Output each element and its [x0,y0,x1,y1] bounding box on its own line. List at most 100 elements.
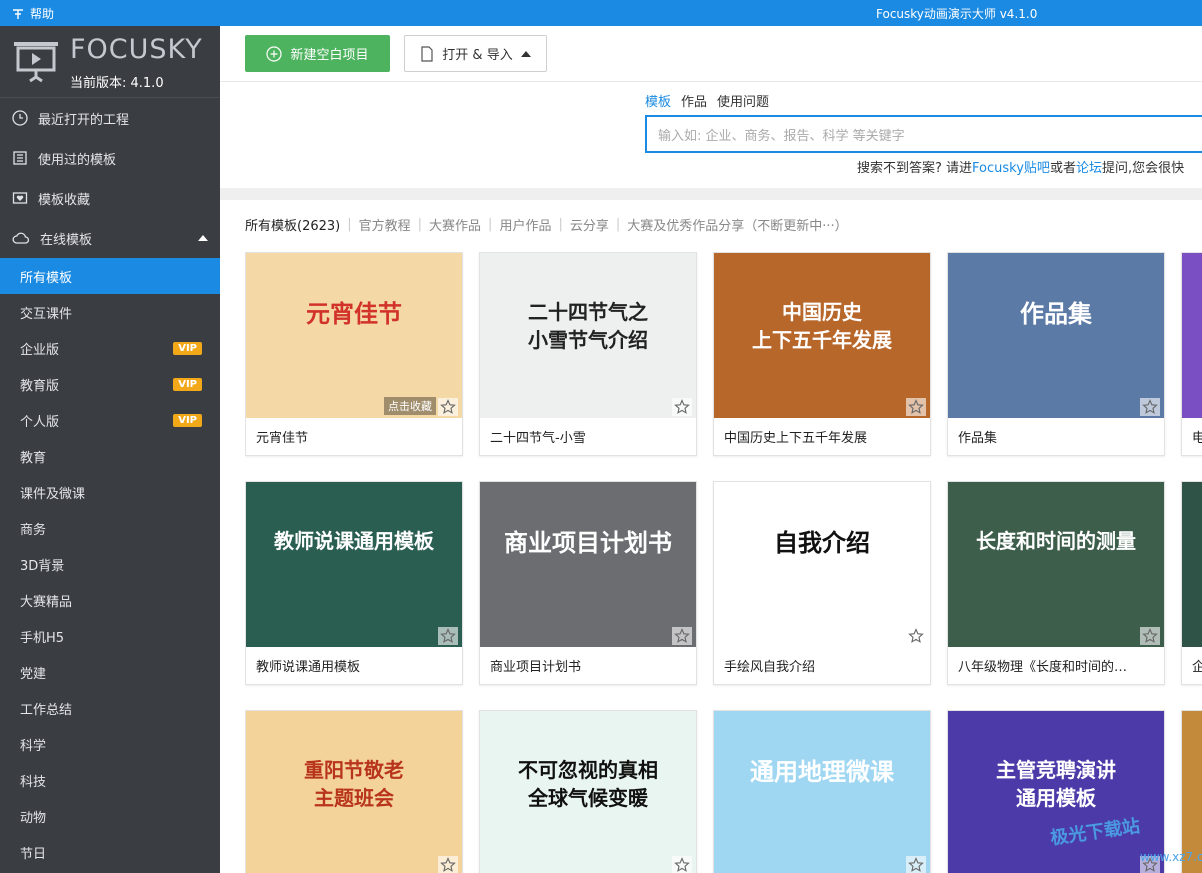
help-menu[interactable]: 帮助 [12,5,54,22]
hint-text: 搜索不到答案? 请进 [857,161,973,176]
favorite-hint[interactable]: 点击收藏 [384,397,436,415]
thumbnail-title: 电 数 [1182,293,1202,360]
template-label: 商业项目计划书 [490,660,582,675]
focusky-forum-link[interactable]: Focusky贴吧 [972,161,1050,176]
sidebar-category-item[interactable]: 科技 [0,762,220,798]
sidebar-category-item[interactable]: 所有模板 [0,258,220,294]
template-card[interactable]: 中国历史 上下五千年发展中国历史上下五千年发展 [713,252,931,456]
template-card[interactable]: 通用地理微课 [713,710,931,873]
sidebar-category-item[interactable]: 节日 [0,834,220,870]
new-button-label: 新建空白项目 [290,48,369,63]
thumbnail-title: 商业项目计划书 [504,529,672,557]
template-thumbnail[interactable]: 二十四节气之 小雪节气介绍 [480,253,696,418]
template-thumbnail[interactable]: 通用地理微课 [714,711,930,873]
template-thumbnail[interactable]: 重阳节敬老 主题班会 [246,711,462,873]
thumbnail-title: 自我介绍 [774,529,870,557]
template-label: 电 [1192,431,1202,446]
nav-template-favorites[interactable]: 模板收藏 [0,178,220,218]
star-icon[interactable] [1140,398,1160,416]
star-icon[interactable] [906,398,926,416]
template-card[interactable]: 不可忽视的真相 全球气候变暖 [479,710,697,873]
template-card[interactable]: 企 [1181,481,1202,685]
template-thumbnail[interactable]: 商业项目计划书 [480,482,696,647]
template-card[interactable]: 长度和时间的测量 八年级物理《长度和时间的… [947,481,1165,685]
star-icon[interactable] [672,856,692,873]
sidebar-category-item[interactable]: 党建 [0,654,220,690]
category-label: 工作总结 [20,702,73,718]
open-import-button[interactable]: 打开 & 导入 [404,35,547,72]
sidebar-category-item[interactable]: 教育 [0,438,220,474]
template-card[interactable]: 电 数电 [1181,252,1202,456]
title-bar: 帮助 Focusky动画演示大师 v4.1.0 [0,0,1202,26]
search-input[interactable]: 输入如: 企业、商务、报告、科学 等关键字 [645,115,1202,153]
nav-used-templates[interactable]: 使用过的模板 [0,138,220,178]
template-card[interactable]: 商业项目计划书 商业项目计划书 [479,481,697,685]
filter-tab[interactable]: 大赛及优秀作品分享（不断更新中···） [627,215,847,234]
template-card[interactable]: 元宵佳节点击收藏 元宵佳节 [245,252,463,456]
template-card[interactable]: 重阳节敬老 主题班会 [245,710,463,873]
template-thumbnail[interactable]: 中国历史 上下五千年发展 [714,253,930,418]
toolbar: 新建空白项目 打开 & 导入 [220,26,1202,82]
sidebar-category-item[interactable]: 工作总结 [0,690,220,726]
star-icon[interactable] [438,856,458,873]
sidebar-category-item[interactable]: 动物 [0,798,220,834]
sidebar-category-item[interactable]: 交互课件 [0,294,220,330]
template-card[interactable]: 作品集 作品集 [947,252,1165,456]
sidebar-category-item[interactable]: 企业版 VIP [0,330,220,366]
tab-questions[interactable]: 使用问题 [717,91,769,110]
thumbnail-title: 元宵佳节 [306,300,402,328]
sidebar-category-item[interactable]: 手机H5 [0,618,220,654]
star-icon[interactable] [672,398,692,416]
star-icon[interactable] [906,627,926,645]
category-label: 手机H5 [20,630,65,646]
sidebar-category-item[interactable]: 3D背景 [0,546,220,582]
nav-online-templates[interactable]: 在线模板 [0,218,220,258]
sidebar-category-item[interactable]: 科学 [0,726,220,762]
new-blank-project-button[interactable]: 新建空白项目 [245,35,390,72]
template-thumbnail[interactable]: 电 数 [1182,253,1202,418]
category-label: 所有模板 [20,270,73,286]
template-thumbnail[interactable]: 元宵佳节点击收藏 [246,253,462,418]
template-label: 中国历史上下五千年发展 [724,431,868,446]
tab-works[interactable]: 作品 [681,91,707,110]
template-thumbnail[interactable]: 长度和时间的测量 [948,482,1164,647]
star-icon[interactable] [1140,627,1160,645]
template-card[interactable]: 二十四节气之 小雪节气介绍 二十四节气-小雪 [479,252,697,456]
vip-badge: VIP [173,413,202,427]
template-thumbnail[interactable] [1182,711,1202,873]
star-icon[interactable] [672,627,692,645]
sidebar-category-item[interactable]: 课件及微课 [0,474,220,510]
nav-recent-projects[interactable]: 最近打开的工程 [0,98,220,138]
category-list: 所有模板交互课件 企业版 VIP 教育版 VIP 个人版 VIP 教育 课件及微课 商务 3D背景大… [0,258,220,870]
sidebar-category-item[interactable]: 大赛精品 [0,582,220,618]
template-label: 手绘风自我介绍 [724,660,816,675]
template-thumbnail[interactable]: 不可忽视的真相 全球气候变暖 [480,711,696,873]
template-thumbnail[interactable] [1182,482,1202,647]
focusky-logo-icon [14,42,58,83]
template-thumbnail[interactable]: 作品集 [948,253,1164,418]
filter-tab[interactable]: 大赛作品 [429,215,481,234]
sidebar-category-item[interactable]: 个人版 VIP [0,402,220,438]
forum-link[interactable]: 论坛 [1076,161,1102,176]
filter-bar: 所有模板(2623) | 官方教程 | 大赛作品 | 用户作品 | 云分享 | 大赛及优秀作品分享（… [245,215,848,234]
template-thumbnail[interactable]: 教师说课通用模板 [246,482,462,647]
filter-tab[interactable]: 用户作品 [499,215,551,234]
star-icon[interactable] [906,856,926,873]
filter-tab[interactable]: 所有模板(2623) [245,215,340,234]
template-thumbnail[interactable]: 自我介绍 [714,482,930,647]
sidebar-category-item[interactable]: 教育版 VIP [0,366,220,402]
filter-separator: | [347,217,352,232]
chevron-up-icon [198,235,208,241]
template-card[interactable]: 教师说课通用模板 教师说课通用模板 [245,481,463,685]
help-icon [13,8,23,19]
search-placeholder: 输入如: 企业、商务、报告、科学 等关键字 [658,128,905,144]
sidebar-category-item[interactable]: 商务 [0,510,220,546]
star-icon[interactable] [438,398,458,416]
tab-templates[interactable]: 模板 [645,91,671,110]
star-icon[interactable] [438,627,458,645]
template-card[interactable] [1181,710,1202,873]
template-card[interactable]: 自我介绍手绘风自我介绍 [713,481,931,685]
filter-tab[interactable]: 云分享 [570,215,609,234]
filter-tab[interactable]: 官方教程 [359,215,411,234]
logo-text: FOCUSKY [70,34,203,65]
